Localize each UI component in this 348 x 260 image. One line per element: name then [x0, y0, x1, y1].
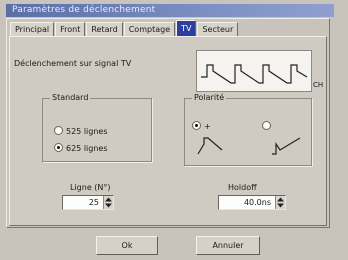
holdoff-spin-arrows[interactable]: [275, 196, 285, 209]
line-value[interactable]: 25: [63, 196, 99, 209]
holdoff-spinner[interactable]: 40.0ns: [218, 195, 286, 210]
tab-comptage[interactable]: Comptage: [123, 22, 176, 37]
positive-sync-icon: [197, 137, 223, 155]
radio-polarity-negative[interactable]: [262, 121, 271, 130]
tab-secteur[interactable]: Secteur: [197, 22, 239, 37]
standard-group-title: Standard: [50, 93, 91, 102]
standard-625-option[interactable]: 625 lignes: [54, 143, 108, 153]
cancel-button[interactable]: Annuler: [196, 236, 260, 255]
standard-525-label: 525 lignes: [66, 127, 108, 136]
tab-retard[interactable]: Retard: [86, 22, 123, 37]
window-title-bar: Paramètres de déclenchement: [6, 4, 334, 17]
tab-bar: Principal Front Retard Comptage TV Secteur: [10, 20, 239, 37]
polarity-positive-label: +: [204, 122, 211, 131]
line-spin-arrows[interactable]: [103, 196, 113, 209]
trigger-description: Déclenchement sur signal TV: [14, 59, 132, 68]
radio-525[interactable]: [54, 126, 63, 135]
preview-channel-tag: CH: [313, 81, 324, 89]
radio-polarity-positive[interactable]: [192, 121, 201, 130]
tab-front[interactable]: Front: [55, 22, 86, 37]
tv-waveform-icon: [201, 64, 308, 84]
polarity-negative-option[interactable]: [262, 121, 274, 131]
tab-tv[interactable]: TV: [176, 20, 197, 37]
spin-updown-icon: [277, 197, 284, 208]
radio-625[interactable]: [54, 143, 63, 152]
window-title: Paramètres de déclenchement: [12, 5, 156, 15]
polarity-positive-option[interactable]: +: [192, 121, 211, 131]
line-spinner[interactable]: 25: [62, 195, 114, 210]
holdoff-value[interactable]: 40.0ns: [219, 196, 271, 209]
standard-625-label: 625 lignes: [66, 144, 108, 153]
negative-sync-icon: [272, 137, 301, 155]
spin-updown-icon: [105, 197, 112, 208]
ok-button[interactable]: Ok: [96, 236, 158, 255]
polarity-group-title: Polarité: [192, 93, 227, 102]
standard-525-option[interactable]: 525 lignes: [54, 126, 108, 136]
line-label: Ligne (N°): [70, 183, 111, 192]
holdoff-label: Holdoff: [228, 183, 257, 192]
tab-principal[interactable]: Principal: [10, 22, 55, 37]
tv-signal-preview: [196, 50, 312, 92]
